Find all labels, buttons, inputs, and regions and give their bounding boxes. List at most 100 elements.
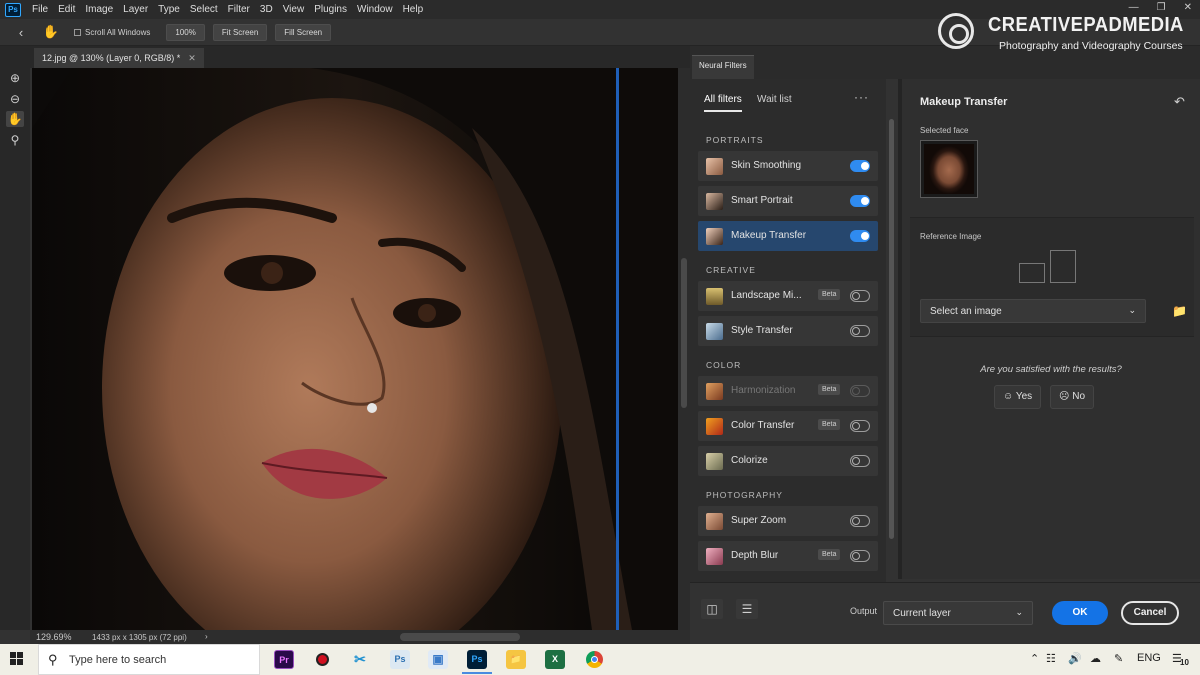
neural-filters-tab[interactable]: Neural Filters	[692, 55, 754, 79]
filter-toggle[interactable]	[850, 160, 870, 172]
tools-panel: ⊕ ⊖ ✋ ⚲	[0, 46, 30, 630]
status-bar: 129.69% 1433 px x 1305 px (72 ppi) ›	[30, 630, 690, 644]
filter-label: Depth Blur	[731, 550, 779, 561]
taskbar-search-input[interactable]: ⚲ Type here to search	[38, 644, 260, 675]
menu-edit[interactable]: Edit	[53, 4, 80, 15]
guide-line[interactable]	[616, 68, 619, 630]
output-select[interactable]: Current layer ⌄	[883, 601, 1033, 625]
beta-badge: Beta	[818, 419, 841, 430]
zoom-readout[interactable]: 129.69%	[36, 632, 72, 642]
filter-label: Color Transfer	[731, 420, 795, 431]
scrollbar-thumb[interactable]	[681, 258, 687, 408]
zoom-in-icon[interactable]: ⊕	[6, 70, 24, 86]
filter-smart-portrait[interactable]: Smart Portrait	[698, 186, 878, 216]
filter-skin-smoothing[interactable]: Skin Smoothing	[698, 151, 878, 181]
hand-tool-icon[interactable]: ✋	[40, 24, 62, 40]
photos-app-icon[interactable]: ▣	[428, 650, 448, 669]
menu-window[interactable]: Window	[352, 4, 398, 15]
filter-toggle[interactable]	[850, 230, 870, 242]
folder-icon[interactable]: 📁	[1172, 304, 1187, 318]
filter-toggle[interactable]	[850, 325, 870, 337]
filter-toggle[interactable]	[850, 385, 870, 397]
search-icon[interactable]: ⚲	[6, 132, 24, 148]
pen-icon[interactable]: ✎	[1114, 652, 1123, 665]
photoshop-elements-app-icon[interactable]: Ps	[390, 650, 410, 669]
fit-screen-button[interactable]: Fit Screen	[212, 23, 268, 41]
scrollbar-thumb[interactable]	[889, 119, 894, 539]
excel-app-icon[interactable]: X	[545, 650, 565, 669]
canvas-vertical-scrollbar[interactable]	[678, 68, 690, 630]
status-menu-chevron-icon[interactable]: ›	[205, 632, 208, 641]
photoshop-logo-icon: Ps	[5, 2, 21, 17]
minimize-icon[interactable]: —	[1129, 2, 1139, 13]
filter-label: Skin Smoothing	[731, 160, 802, 171]
filter-depth-blur[interactable]: Depth Blur Beta	[698, 541, 878, 571]
filter-colorize[interactable]: Colorize	[698, 446, 878, 476]
ok-button[interactable]: OK	[1052, 601, 1108, 625]
menu-file[interactable]: File	[27, 4, 53, 15]
snipping-tool-app-icon[interactable]: ✂	[350, 650, 370, 669]
windows-start-icon[interactable]	[10, 652, 24, 666]
restore-icon[interactable]: ❐	[1157, 2, 1166, 13]
filter-list-scrollbar[interactable]	[886, 79, 898, 579]
menu-type[interactable]: Type	[153, 4, 185, 15]
menu-plugins[interactable]: Plugins	[309, 4, 352, 15]
fill-screen-button[interactable]: Fill Screen	[275, 23, 332, 41]
zoom-out-icon[interactable]: ⊖	[6, 91, 24, 107]
selected-face-thumbnail[interactable]	[920, 140, 978, 198]
search-icon: ⚲	[48, 652, 58, 667]
filter-toggle[interactable]	[850, 515, 870, 527]
feedback-yes-button[interactable]: ☺ Yes	[994, 385, 1042, 409]
premiere-pro-app-icon[interactable]: Pr	[274, 650, 294, 669]
layers-icon[interactable]: ☰	[736, 599, 758, 619]
filter-toggle[interactable]	[850, 195, 870, 207]
more-options-icon[interactable]: ···	[854, 90, 869, 104]
chrome-app-icon[interactable]	[584, 650, 604, 669]
photoshop-app-icon[interactable]: Ps	[467, 650, 487, 669]
obs-record-app-icon[interactable]	[312, 650, 332, 669]
file-explorer-app-icon[interactable]: 📁	[506, 650, 526, 669]
compare-preview-icon[interactable]: ◫	[701, 599, 723, 619]
menu-layer[interactable]: Layer	[118, 4, 153, 15]
close-icon[interactable]: ✕	[188, 53, 196, 63]
scroll-all-windows-checkbox[interactable]: Scroll All Windows	[74, 28, 150, 37]
menu-select[interactable]: Select	[185, 4, 223, 15]
tab-all-filters[interactable]: All filters	[704, 94, 742, 112]
filter-label: Style Transfer	[731, 325, 793, 336]
filter-title: Makeup Transfer	[920, 96, 1008, 108]
filter-harmonization[interactable]: Harmonization Beta	[698, 376, 878, 406]
network-icon[interactable]: ☷	[1046, 652, 1056, 665]
cancel-button[interactable]: Cancel	[1121, 601, 1179, 625]
filter-color-transfer[interactable]: Color Transfer Beta	[698, 411, 878, 441]
document-canvas[interactable]	[32, 68, 678, 630]
menu-filter[interactable]: Filter	[223, 4, 255, 15]
filter-landscape-mixer[interactable]: Landscape Mi... Beta	[698, 281, 878, 311]
menu-help[interactable]: Help	[398, 4, 429, 15]
language-indicator[interactable]: ENG	[1137, 652, 1161, 664]
filter-toggle[interactable]	[850, 420, 870, 432]
filter-toggle[interactable]	[850, 290, 870, 302]
filter-label: Colorize	[731, 455, 768, 466]
horizontal-scrollbar-thumb[interactable]	[400, 633, 520, 641]
zoom-100-button[interactable]: 100%	[166, 23, 205, 41]
filter-style-transfer[interactable]: Style Transfer	[698, 316, 878, 346]
feedback-no-button[interactable]: ☹ No	[1050, 385, 1095, 409]
menu-view[interactable]: View	[278, 4, 310, 15]
volume-icon[interactable]: 🔊	[1068, 652, 1082, 665]
tab-wait-list[interactable]: Wait list	[757, 94, 792, 105]
show-hidden-icons-icon[interactable]: ⌃	[1030, 652, 1039, 665]
menu-image[interactable]: Image	[80, 4, 118, 15]
document-tab[interactable]: 12.jpg @ 130% (Layer 0, RGB/8) * ✕	[34, 48, 204, 68]
chevron-down-icon: ⌄	[1015, 607, 1023, 617]
home-back-icon[interactable]: ‹	[10, 25, 32, 40]
filter-super-zoom[interactable]: Super Zoom	[698, 506, 878, 536]
filter-toggle[interactable]	[850, 455, 870, 467]
filter-makeup-transfer[interactable]: Makeup Transfer	[698, 221, 878, 251]
hand-icon[interactable]: ✋	[6, 111, 24, 127]
menu-3d[interactable]: 3D	[255, 4, 278, 15]
close-window-icon[interactable]: ✕	[1184, 2, 1192, 13]
onedrive-icon[interactable]: ☁	[1090, 652, 1101, 665]
reference-image-select[interactable]: Select an image ⌄	[920, 299, 1146, 323]
filter-toggle[interactable]	[850, 550, 870, 562]
reset-icon[interactable]: ↶	[1174, 94, 1185, 110]
